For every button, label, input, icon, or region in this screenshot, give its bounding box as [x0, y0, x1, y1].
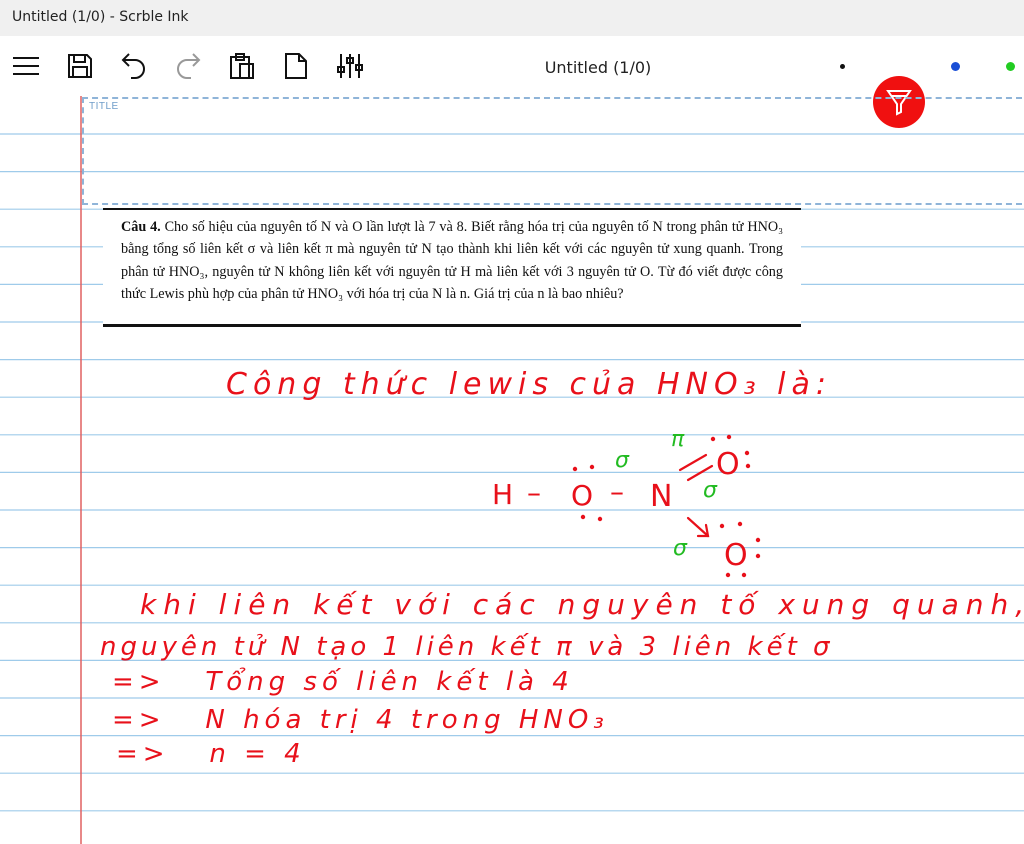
undo-button[interactable] [116, 48, 152, 84]
paste-button[interactable] [224, 48, 260, 84]
title-field[interactable] [82, 97, 1022, 205]
undo-icon [121, 53, 145, 79]
document-title: Untitled (1/0) [544, 58, 652, 77]
window-titlebar: Untitled (1/0) - Scrble Ink [0, 0, 1024, 36]
redo-icon [177, 53, 201, 79]
new-page-icon [285, 53, 307, 79]
pen-green-button[interactable] [1006, 62, 1015, 71]
redo-button[interactable] [170, 48, 206, 84]
title-placeholder: TITLE [89, 101, 119, 112]
toolbar: Untitled (1/0) [0, 36, 1024, 128]
settings-sliders-icon [337, 54, 363, 78]
save-button[interactable] [62, 48, 98, 84]
menu-button[interactable] [8, 48, 44, 84]
question-label: Câu 4. [121, 219, 161, 235]
question-image: Câu 4. Cho số hiệu của nguyên tố N và O … [103, 208, 801, 327]
pen-blue-button[interactable] [951, 62, 960, 71]
settings-button[interactable] [332, 48, 368, 84]
question-text: Cho số hiệu của nguyên tố N và O lần lượ… [121, 219, 784, 303]
window-title: Untitled (1/0) - Scrble Ink [12, 9, 189, 25]
pen-black-button[interactable] [840, 64, 845, 69]
menu-icon [13, 57, 39, 75]
new-page-button[interactable] [278, 48, 314, 84]
paste-icon [230, 53, 254, 79]
save-icon [68, 54, 92, 78]
